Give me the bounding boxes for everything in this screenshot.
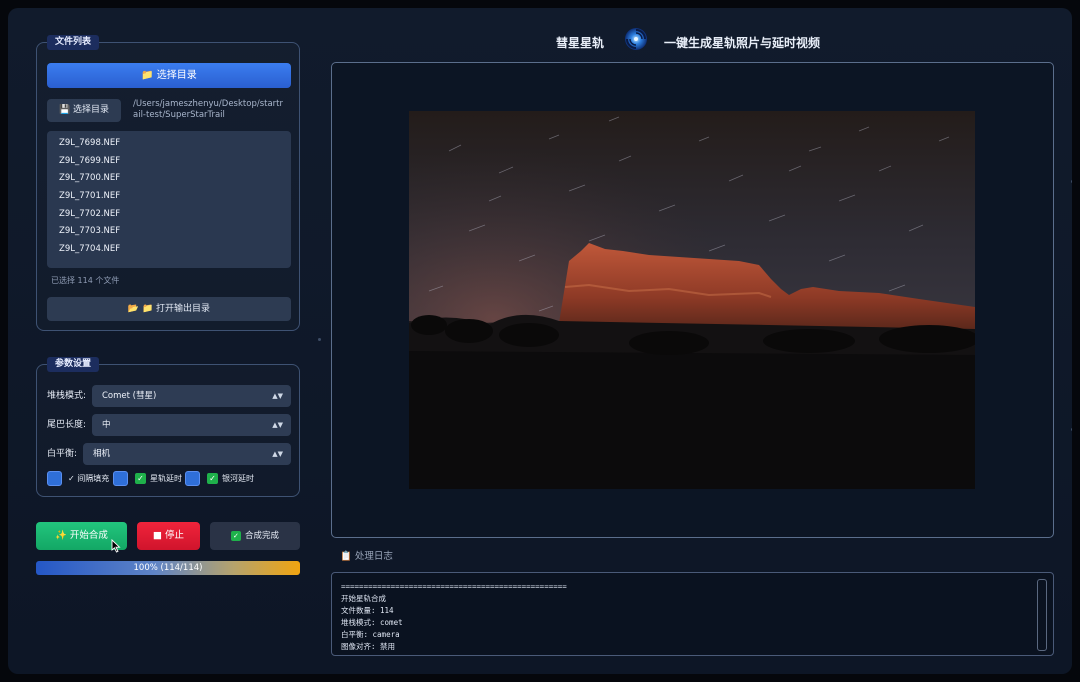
- app-subtitle: 一键生成星轨照片与延时视频: [664, 36, 821, 50]
- progress-bar: 100% (114/114): [36, 561, 300, 575]
- log-scrollbar[interactable]: [1037, 579, 1047, 651]
- select-arrows-icon: ▲▼: [272, 421, 283, 429]
- parameter-settings-group: 参数设置 堆栈模式: Comet (彗星) ▲▼ 尾巴长度: 中 ▲▼ 白平衡:…: [36, 357, 300, 497]
- swirl-galaxy-icon: [625, 28, 647, 50]
- white-balance-value: 相机: [93, 449, 111, 459]
- option-toggle-checkbox[interactable]: [185, 471, 200, 486]
- list-item[interactable]: Z9L_7704.NEF: [59, 241, 291, 259]
- milkyway-timelapse-label: 银河延时: [222, 474, 254, 483]
- log-line: ========================================…: [341, 582, 567, 591]
- startrail-timelapse-label: 星轨延时: [150, 474, 182, 483]
- splitter-handle[interactable]: [318, 338, 321, 341]
- mouse-cursor-icon: [111, 539, 121, 553]
- open-output-directory-button[interactable]: 📂 📁 打开输出目录: [47, 297, 291, 321]
- select-directory-button[interactable]: 📁 选择目录: [47, 63, 291, 88]
- gap-fill-checkbox[interactable]: [47, 471, 62, 486]
- log-line: 图像对齐: 禁用: [341, 642, 396, 651]
- star-trail-photo: [409, 111, 975, 489]
- app-window: 文件列表 📁 选择目录 💾 选择目录 /Users/jameszhenyu/De…: [8, 8, 1072, 674]
- file-list[interactable]: Z9L_7698.NEF Z9L_7699.NEF Z9L_7700.NEF Z…: [47, 131, 291, 268]
- white-balance-label: 白平衡:: [47, 449, 78, 459]
- file-list-legend: 文件列表: [47, 35, 100, 50]
- select-arrows-icon: ▲▼: [272, 392, 283, 400]
- select-arrows-icon: ▲▼: [272, 450, 283, 458]
- tail-length-label: 尾巴长度:: [47, 420, 87, 430]
- milkyway-timelapse-checkbox[interactable]: ✓: [207, 473, 218, 484]
- app-title-left: 彗星星轨: [556, 36, 605, 50]
- parameter-settings-legend: 参数设置: [47, 357, 100, 372]
- process-log-header: 📋 处理日志: [340, 551, 393, 562]
- list-item[interactable]: Z9L_7702.NEF: [59, 206, 291, 224]
- option-toggle-checkbox[interactable]: [113, 471, 128, 486]
- white-balance-row: 白平衡: 相机 ▲▼: [47, 443, 291, 465]
- stack-mode-label: 堆栈模式:: [47, 391, 87, 401]
- stack-mode-select[interactable]: Comet (彗星) ▲▼: [92, 385, 291, 407]
- tail-length-row: 尾巴长度: 中 ▲▼: [47, 414, 291, 436]
- selected-file-count: 已选择 114 个文件: [51, 276, 120, 285]
- list-item[interactable]: Z9L_7698.NEF: [59, 135, 291, 153]
- file-list-group: 文件列表 📁 选择目录 💾 选择目录 /Users/jameszhenyu/De…: [36, 35, 300, 331]
- stop-button[interactable]: ■ 停止: [137, 522, 200, 550]
- log-line: 白平衡: camera: [341, 630, 400, 639]
- check-icon: ✓: [230, 530, 241, 541]
- options-checkbox-row: ✓ 间隔填充 ✓ 星轨延时 ✓ 银河延时: [47, 471, 291, 487]
- list-item[interactable]: Z9L_7703.NEF: [59, 223, 291, 241]
- log-line: 堆栈模式: comet: [341, 618, 403, 627]
- list-item[interactable]: Z9L_7701.NEF: [59, 188, 291, 206]
- startrail-timelapse-checkbox[interactable]: ✓: [135, 473, 146, 484]
- window-edge-handle[interactable]: [1071, 180, 1072, 183]
- directory-path: /Users/jameszhenyu/Desktop/startrail-tes…: [133, 99, 283, 120]
- compose-complete-label: 合成完成: [244, 531, 279, 541]
- log-line: 开始星轨合成: [341, 594, 386, 603]
- process-log-box[interactable]: ========================================…: [331, 572, 1054, 656]
- compose-complete-button[interactable]: ✓ 合成完成: [210, 522, 300, 550]
- stack-mode-value: Comet (彗星): [102, 391, 157, 401]
- gap-fill-label: ✓ 间隔填充: [68, 474, 110, 483]
- white-balance-select[interactable]: 相机 ▲▼: [83, 443, 291, 465]
- tail-length-value: 中: [102, 420, 111, 430]
- list-item[interactable]: Z9L_7699.NEF: [59, 153, 291, 171]
- tail-length-select[interactable]: 中 ▲▼: [92, 414, 291, 436]
- list-item[interactable]: Z9L_7700.NEF: [59, 170, 291, 188]
- window-edge-handle[interactable]: [1071, 428, 1072, 431]
- stack-mode-row: 堆栈模式: Comet (彗星) ▲▼: [47, 385, 291, 407]
- progress-text: 100% (114/114): [133, 563, 203, 573]
- log-line: 文件数量: 114: [341, 606, 394, 615]
- select-directory-small-button[interactable]: 💾 选择目录: [47, 99, 121, 122]
